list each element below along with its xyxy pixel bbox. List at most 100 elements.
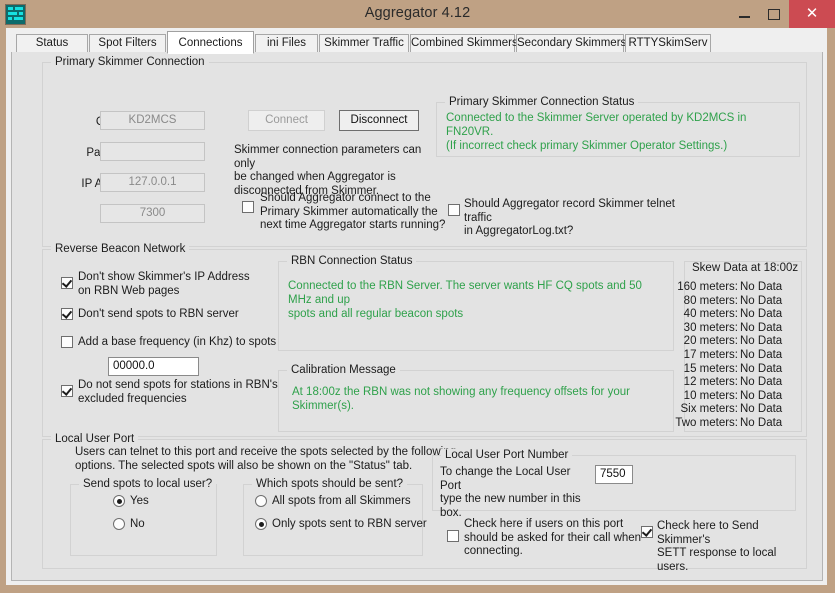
no-send-spots-checkbox[interactable] [61,308,73,320]
primary-status-text: Connected to the Skimmer Server operated… [446,111,796,153]
tab-skimmer-traffic[interactable]: Skimmer Traffic [319,34,409,53]
skew-band-value: No Data [740,335,782,348]
skew-row: 30 meters:No Data [692,322,796,335]
skew-band-label: 12 meters: [684,376,738,389]
skew-band-label: Six meters: [680,403,738,416]
which-spots-group-title: Which spots should be sent? [252,478,407,490]
skew-row: Two meters:No Data [692,417,796,430]
tab-ini-files[interactable]: ini Files [255,34,318,53]
ask-call-checkbox[interactable] [447,530,459,542]
maximize-button[interactable] [759,0,789,28]
port-input[interactable]: 7300 [100,204,205,223]
tab-connections[interactable]: Connections [167,31,254,54]
minimize-button[interactable] [729,0,759,28]
minimize-icon [739,16,750,18]
auto-connect-checkbox[interactable] [242,201,254,213]
base-frequency-checkbox[interactable] [61,336,73,348]
skew-band-value: No Data [740,295,782,308]
skew-band-value: No Data [740,322,782,335]
skew-band-label: 20 meters: [684,335,738,348]
hide-ip-checkbox[interactable] [61,277,73,289]
which-spots-rbn-label: Only spots sent to RBN server [272,518,442,532]
port-number-input[interactable]: 7550 [595,465,633,484]
primary-skimmer-group-title: Primary Skimmer Connection [51,56,209,68]
skew-band-value: No Data [740,281,782,294]
record-telnet-checkbox[interactable] [448,204,460,216]
skew-band-value: No Data [740,417,782,430]
skew-row: 20 meters:No Data [692,335,796,348]
sett-response-checkbox[interactable] [641,526,653,538]
rbn-status-text: Connected to the RBN Server. The server … [288,279,668,321]
application-window: Aggregator 4.12 ✕ Status Spot Filters Co… [0,0,835,593]
skew-row: 160 meters:No Data [692,281,796,294]
ip-address-input[interactable]: 127.0.0.1 [100,173,205,192]
window-title: Aggregator 4.12 [0,5,835,21]
skew-band-value: No Data [740,308,782,321]
base-frequency-label: Add a base frequency (in Khz) to spots [78,336,308,350]
skew-data-title: Skew Data at 18:00z [692,262,802,276]
local-user-port-group-title: Local User Port [51,433,138,445]
skew-band-label: 17 meters: [684,349,738,362]
skew-band-label: 15 meters: [684,363,738,376]
excluded-frequencies-label: Do not send spots for stations in RBN's … [78,379,288,406]
send-spots-no-radio[interactable] [113,518,125,530]
tab-combined-skimmers[interactable]: Combined Skimmers [410,34,515,53]
password-input[interactable] [100,142,205,161]
skew-row: 17 meters:No Data [692,349,796,362]
skimmer-params-note: Skimmer connection parameters can only b… [234,144,434,198]
connections-panel: Primary Skimmer Connection Callsign: Pas… [11,52,823,581]
skew-band-value: No Data [740,363,782,376]
skew-row: 12 meters:No Data [692,376,796,389]
tab-spot-filters[interactable]: Spot Filters [89,34,166,53]
ask-call-label: Check here if users on this port should … [464,518,649,559]
sett-response-label: Check here to Send Skimmer's SETT respon… [657,520,807,574]
send-spots-yes-radio[interactable] [113,495,125,507]
tab-status[interactable]: Status [16,34,88,53]
send-spots-group-title: Send spots to local user? [79,478,216,490]
record-telnet-label: Should Aggregator record Skimmer telnet … [464,198,694,239]
hide-ip-label: Don't show Skimmer's IP Address on RBN W… [78,271,278,298]
which-spots-rbn-radio[interactable] [255,518,267,530]
tab-rttyskimserv[interactable]: RTTYSkimServ [625,34,711,53]
callsign-input[interactable]: KD2MCS [100,111,205,130]
local-user-port-description: Users can telnet to this port and receiv… [75,446,475,473]
skew-row: 40 meters:No Data [692,308,796,321]
which-spots-all-label: All spots from all Skimmers [272,495,432,509]
title-bar: Aggregator 4.12 ✕ [0,0,835,28]
port-number-group-title: Local User Port Number [441,449,572,461]
skew-row: 15 meters:No Data [692,363,796,376]
primary-status-group-title: Primary Skimmer Connection Status [445,96,638,108]
close-button[interactable]: ✕ [789,0,835,28]
skew-band-label: 30 meters: [684,322,738,335]
rbn-status-group-title: RBN Connection Status [287,255,416,267]
disconnect-button[interactable]: Disconnect [339,110,419,131]
excluded-frequencies-checkbox[interactable] [61,385,73,397]
skew-band-label: 40 meters: [684,308,738,321]
send-spots-yes-label: Yes [130,495,190,509]
skew-band-value: No Data [740,403,782,416]
skew-band-label: 10 meters: [684,390,738,403]
window-controls: ✕ [729,0,835,28]
send-spots-no-label: No [130,518,190,532]
connect-button[interactable]: Connect [248,110,325,131]
skew-band-label: 160 meters: [677,281,738,294]
maximize-icon [768,9,780,20]
base-frequency-input[interactable]: 00000.0 [108,357,199,376]
skew-band-label: Two meters: [675,417,738,430]
which-spots-all-radio[interactable] [255,495,267,507]
skew-row: 10 meters:No Data [692,390,796,403]
skew-row: 80 meters:No Data [692,295,796,308]
tab-secondary-skimmers[interactable]: Secondary Skimmers [516,34,624,53]
auto-connect-label: Should Aggregator connect to the Primary… [260,192,450,233]
skew-band-value: No Data [740,349,782,362]
close-icon: ✕ [789,0,835,28]
no-send-spots-label: Don't send spots to RBN server [78,308,278,322]
skew-band-value: No Data [740,390,782,403]
skew-band-label: 80 meters: [684,295,738,308]
port-number-label: To change the Local User Port type the n… [440,466,590,520]
calibration-text: At 18:00z the RBN was not showing any fr… [292,385,672,413]
skew-band-value: No Data [740,376,782,389]
skew-row: Six meters:No Data [692,403,796,416]
rbn-group-title: Reverse Beacon Network [51,243,189,255]
tab-strip: Status Spot Filters Connections ini File… [11,31,823,53]
